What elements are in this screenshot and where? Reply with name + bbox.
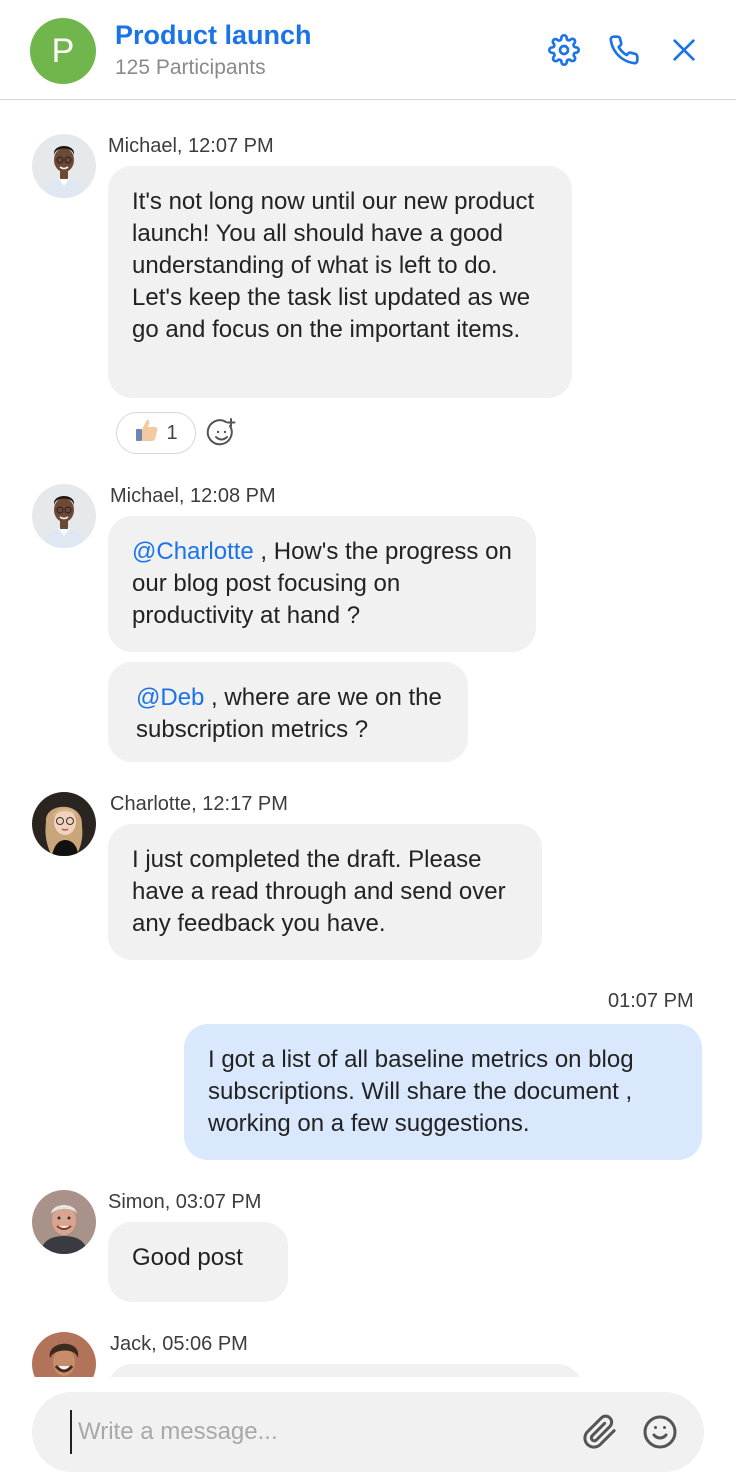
mention-link[interactable]: @Deb [136, 684, 204, 711]
message-sender: Michael, 12:07 PM [108, 135, 274, 157]
chat-header: P Product launch 125 Participants [0, 0, 736, 100]
message-bubble[interactable]: Good post [108, 1222, 288, 1302]
group-title[interactable]: Product launch [115, 20, 312, 51]
message-sender: Jack, 05:06 PM [110, 1333, 248, 1355]
participants-count[interactable]: 125 Participants [115, 56, 266, 80]
message-composer [32, 1392, 704, 1472]
message-input[interactable] [70, 1410, 550, 1454]
avatar[interactable] [32, 792, 96, 856]
message-bubble[interactable]: I just completed the draft. Please have … [108, 824, 542, 960]
add-reaction-icon[interactable] [206, 417, 238, 449]
my-message-bubble[interactable]: I got a list of all baseline metrics on … [184, 1024, 702, 1160]
message-text: It's not long now until our new product … [132, 188, 535, 343]
emoji-icon[interactable] [640, 1412, 680, 1452]
thumbs-up-icon [134, 417, 160, 449]
message-sender: Simon, 03:07 PM [108, 1191, 262, 1213]
message-bubble[interactable]: It's not long now until our new product … [108, 166, 572, 398]
message-bubble[interactable]: @Deb , where are we on the subscription … [108, 662, 468, 762]
message-time: 01:07 PM [608, 990, 694, 1012]
avatar[interactable] [32, 134, 96, 198]
message-text: I just completed the draft. Please have … [132, 846, 506, 937]
message-bubble[interactable]: @Charlotte , How's the progress on our b… [108, 516, 536, 652]
message-bubble[interactable] [108, 1364, 582, 1377]
phone-icon[interactable] [606, 32, 642, 68]
message-sender: Michael, 12:08 PM [110, 485, 276, 507]
message-list[interactable]: Michael, 12:07 PM It's not long now unti… [0, 101, 736, 1377]
close-icon[interactable] [666, 32, 702, 68]
reaction-count: 1 [166, 421, 178, 444]
reaction-chip[interactable]: 1 [116, 412, 196, 454]
avatar[interactable] [32, 1332, 96, 1377]
message-text: Good post [132, 1244, 243, 1271]
mention-link[interactable]: @Charlotte [132, 538, 254, 565]
message-text: I got a list of all baseline metrics on … [208, 1046, 634, 1137]
group-avatar: P [30, 18, 96, 84]
avatar[interactable] [32, 1190, 96, 1254]
settings-icon[interactable] [546, 32, 582, 68]
avatar[interactable] [32, 484, 96, 548]
attachment-icon[interactable] [580, 1412, 620, 1452]
message-sender: Charlotte, 12:17 PM [110, 793, 288, 815]
